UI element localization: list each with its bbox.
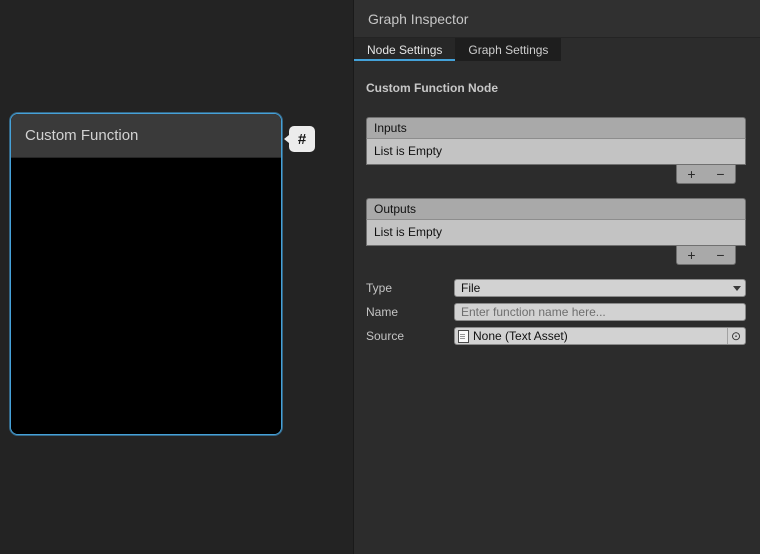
hash-badge[interactable]: #: [289, 126, 315, 152]
node-header[interactable]: Custom Function: [11, 114, 281, 158]
node-title: Custom Function: [25, 127, 138, 144]
tab-node-settings-label: Node Settings: [367, 43, 442, 57]
section-heading: Custom Function Node: [366, 81, 746, 95]
type-label: Type: [366, 281, 454, 295]
outputs-remove-button[interactable]: −: [711, 248, 731, 262]
source-object-value: None (Text Asset): [473, 328, 727, 344]
source-field: None (Text Asset) ⊙: [454, 327, 746, 345]
tab-graph-settings-label: Graph Settings: [468, 43, 548, 57]
outputs-list-empty: List is Empty: [366, 220, 746, 246]
tab-node-settings[interactable]: Node Settings: [354, 38, 455, 61]
outputs-list-footer-row: + −: [366, 246, 746, 265]
inputs-list-footer-row: + −: [366, 165, 746, 184]
hash-icon: #: [298, 131, 306, 148]
inputs-list-header: Inputs: [366, 117, 746, 139]
outputs-add-button[interactable]: +: [682, 248, 702, 262]
function-name-input[interactable]: [454, 303, 746, 321]
name-row: Name: [366, 303, 746, 321]
outputs-list-header: Outputs: [366, 198, 746, 220]
outputs-list-footer: + −: [676, 246, 736, 265]
text-asset-icon: [458, 330, 469, 343]
type-field: File: [454, 279, 746, 297]
tab-graph-settings[interactable]: Graph Settings: [455, 38, 561, 61]
custom-function-node[interactable]: Custom Function: [10, 113, 282, 435]
inputs-list-empty: List is Empty: [366, 139, 746, 165]
graph-inspector-panel: Graph Inspector Node Settings Graph Sett…: [353, 0, 760, 554]
tab-bar: Node Settings Graph Settings: [354, 38, 760, 61]
name-field: [454, 303, 746, 321]
object-picker-icon[interactable]: ⊙: [727, 328, 744, 344]
type-dropdown-value: File: [461, 281, 480, 295]
type-dropdown[interactable]: File: [454, 279, 746, 297]
panel-title: Graph Inspector: [368, 11, 468, 27]
chevron-down-icon: [733, 286, 741, 291]
inspector-content: Custom Function Node Inputs List is Empt…: [354, 61, 760, 345]
node-body: [11, 158, 281, 434]
inputs-list: Inputs List is Empty + −: [366, 117, 746, 184]
property-rows: Type File Name Source: [366, 279, 746, 345]
type-row: Type File: [366, 279, 746, 297]
name-label: Name: [366, 305, 454, 319]
outputs-list: Outputs List is Empty + −: [366, 198, 746, 265]
panel-header: Graph Inspector: [354, 0, 760, 38]
inputs-list-footer: + −: [676, 165, 736, 184]
inputs-add-button[interactable]: +: [682, 167, 702, 181]
source-row: Source None (Text Asset) ⊙: [366, 327, 746, 345]
inputs-remove-button[interactable]: −: [711, 167, 731, 181]
source-object-field[interactable]: None (Text Asset) ⊙: [454, 327, 746, 345]
source-label: Source: [366, 329, 454, 343]
graph-canvas[interactable]: Custom Function #: [0, 0, 353, 554]
